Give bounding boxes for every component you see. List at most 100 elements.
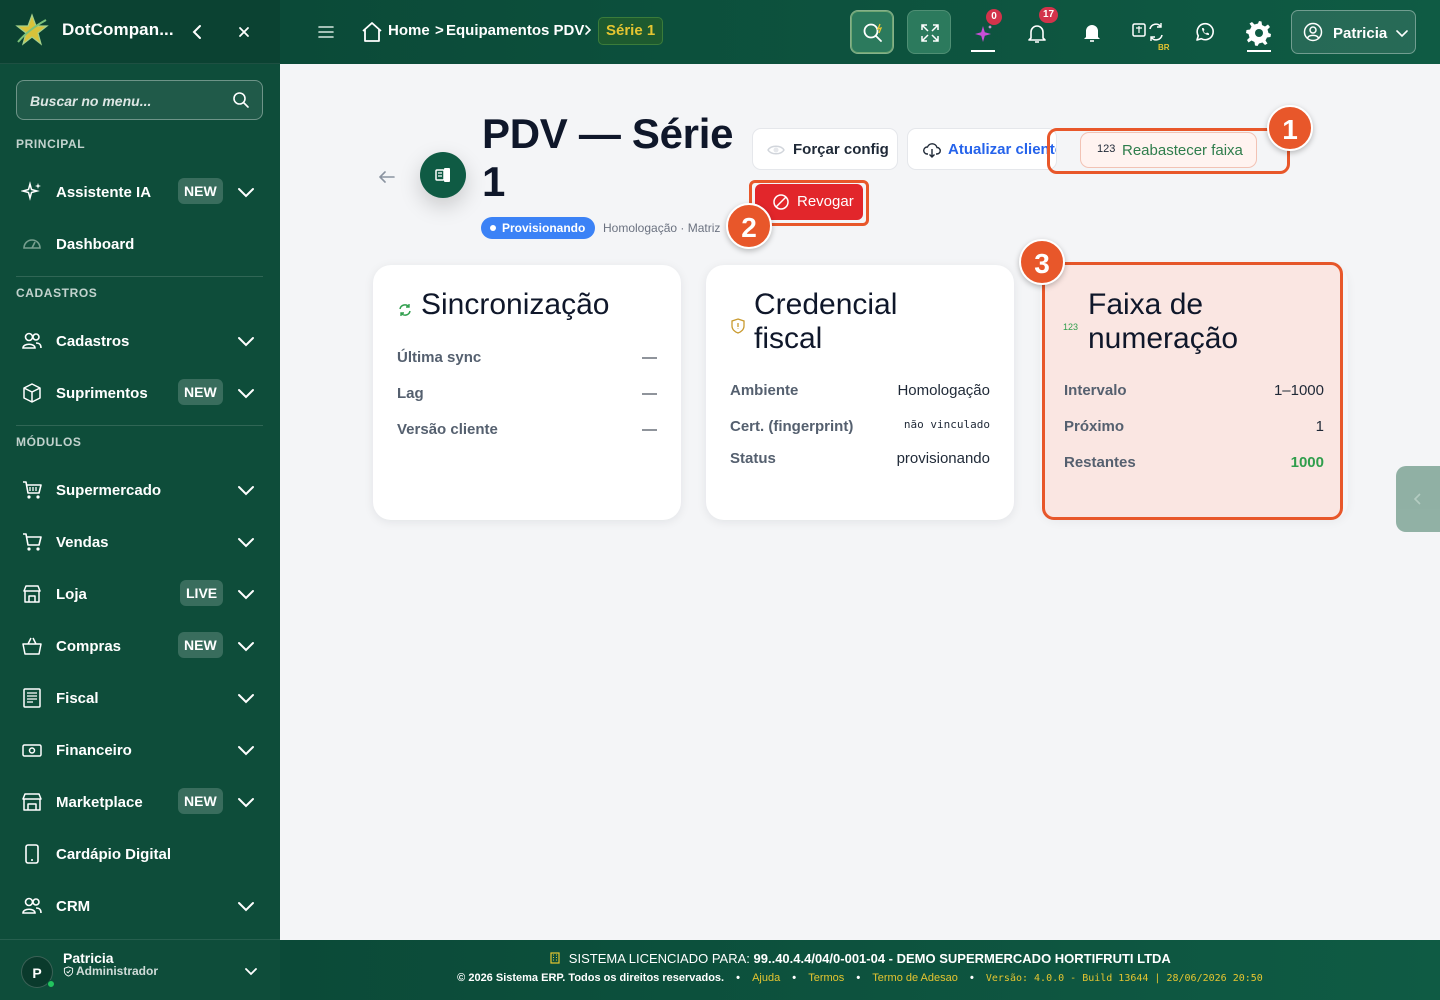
divider xyxy=(16,425,263,426)
sparkles-icon xyxy=(21,181,41,201)
marketplace-icon xyxy=(22,793,42,811)
refresh-icon xyxy=(399,304,411,316)
chevron-down-icon[interactable] xyxy=(236,182,256,202)
user-menu-button[interactable]: Patricia xyxy=(1291,10,1416,54)
section-label-modulos: MÓDULOS xyxy=(16,435,82,449)
chevron-down-icon[interactable] xyxy=(236,331,256,351)
side-panel-toggle[interactable] xyxy=(1396,466,1440,532)
row-label: Última sync xyxy=(397,349,482,366)
sync-card: Sincronização Última sync — Lag — Versão… xyxy=(373,265,681,520)
sidebar-item-vendas[interactable]: Vendas xyxy=(0,519,280,563)
arrow-left-icon[interactable] xyxy=(376,166,398,188)
fullscreen-button[interactable] xyxy=(907,10,951,54)
chevron-down-icon[interactable] xyxy=(236,480,256,500)
chevron-down-icon[interactable] xyxy=(236,532,256,552)
sidebar-item-crm[interactable]: CRM xyxy=(0,883,280,927)
search-icon xyxy=(863,23,883,42)
credential-card: Credencial fiscal Ambiente Homologação C… xyxy=(706,265,1014,520)
sidebar-item-fiscal[interactable]: Fiscal xyxy=(0,675,280,719)
breadcrumb-home[interactable]: Home xyxy=(388,22,430,39)
chevron-down-icon[interactable] xyxy=(236,740,256,760)
sidebar-item-label: Financeiro xyxy=(56,742,132,759)
search-button[interactable] xyxy=(850,10,894,54)
ai-assistant-button[interactable]: 0 xyxy=(968,9,1002,54)
pos-device-avatar xyxy=(420,152,466,198)
new-badge: NEW xyxy=(178,632,223,658)
chevron-down-icon xyxy=(1396,30,1408,38)
sidebar-user-menu[interactable]: P Patricia Administrador xyxy=(0,939,280,1000)
chevron-down-icon[interactable] xyxy=(236,636,256,656)
row-label: Restantes xyxy=(1064,454,1136,471)
cash-icon xyxy=(22,744,42,757)
update-client-button[interactable]: Atualizar cliente xyxy=(907,128,1057,170)
sidebar-item-loja[interactable]: Loja LIVE xyxy=(0,571,280,615)
row-value: Homologação xyxy=(897,382,990,399)
online-status-dot xyxy=(47,980,55,988)
sparkles-icon xyxy=(975,25,992,42)
notifications-button[interactable]: 17 xyxy=(1024,7,1059,54)
close-icon[interactable] xyxy=(234,22,254,42)
chevron-left-icon[interactable] xyxy=(188,22,208,42)
license-line: SISTEMA LICENCIADO PARA: 99..40.4.4/04/0… xyxy=(280,951,1440,966)
whatsapp-icon[interactable] xyxy=(1193,20,1217,44)
sidebar-item-compras[interactable]: Compras NEW xyxy=(0,623,280,667)
chevron-down-icon[interactable] xyxy=(236,896,256,916)
home-icon[interactable] xyxy=(360,20,384,44)
sidebar-item-assistente-ia[interactable]: Assistente IA NEW xyxy=(0,169,280,213)
step-marker: 3 xyxy=(1019,239,1065,285)
store-icon xyxy=(23,585,41,603)
star-logo-icon[interactable] xyxy=(14,12,50,48)
sidebar-search-input[interactable]: Buscar no menu... xyxy=(16,80,263,120)
adhesion-terms-link[interactable]: Termo de Adesao xyxy=(872,972,958,984)
notifications-count-badge: 17 xyxy=(1039,7,1059,23)
sidebar-item-suprimentos[interactable]: Suprimentos NEW xyxy=(0,370,280,414)
eye-icon xyxy=(767,145,785,155)
app-name: DotCompan... xyxy=(62,20,174,39)
chevron-down-icon[interactable] xyxy=(236,688,256,708)
language-sync-icon[interactable] xyxy=(1132,20,1166,44)
users-icon xyxy=(22,897,42,914)
settings-button[interactable] xyxy=(1242,10,1276,54)
user-role: Administrador xyxy=(63,964,158,978)
new-badge: NEW xyxy=(178,379,223,405)
row-value: provisionando xyxy=(896,450,990,467)
chevron-down-icon[interactable] xyxy=(236,792,256,812)
shield-check-icon xyxy=(63,965,74,977)
sidebar-item-supermercado[interactable]: Supermercado xyxy=(0,467,280,511)
card-title: Sincronização xyxy=(421,288,610,321)
sidebar-item-financeiro[interactable]: Financeiro xyxy=(0,727,280,771)
new-badge: NEW xyxy=(178,788,223,814)
sidebar-item-cadastros[interactable]: Cadastros xyxy=(0,318,280,362)
sidebar-item-dashboard[interactable]: Dashboard xyxy=(0,221,280,265)
footer-links: © 2026 Sistema ERP. Todos os direitos re… xyxy=(457,972,1263,984)
chevron-down-icon[interactable] xyxy=(242,962,260,980)
bell-icon xyxy=(1028,25,1046,43)
chevron-left-icon xyxy=(1413,493,1421,505)
force-config-button[interactable]: Forçar config xyxy=(752,128,898,170)
sidebar: DotCompan... Buscar no menu... PRINCIPAL… xyxy=(0,0,280,1000)
row-label: Intervalo xyxy=(1064,382,1127,399)
terms-link[interactable]: Termos xyxy=(808,972,844,984)
users-icon xyxy=(22,332,42,349)
row-label: Versão cliente xyxy=(397,421,498,438)
sidebar-item-cardapio-digital[interactable]: Cardápio Digital xyxy=(0,831,280,875)
receipt-icon xyxy=(23,688,41,708)
user-circle-icon xyxy=(1303,22,1323,42)
bell-filled-icon[interactable] xyxy=(1080,20,1104,44)
license-label: SISTEMA LICENCIADO PARA: xyxy=(568,951,750,966)
sidebar-item-label: Supermercado xyxy=(56,482,162,499)
chevron-down-icon[interactable] xyxy=(236,584,256,604)
sidebar-item-label: Compras xyxy=(56,638,122,655)
highlight-refill-range xyxy=(1047,128,1290,174)
environment-meta: Homologação · Matriz xyxy=(603,221,721,235)
help-link[interactable]: Ajuda xyxy=(752,972,780,984)
hamburger-menu-icon[interactable] xyxy=(316,22,336,42)
search-icon xyxy=(233,92,249,108)
sidebar-item-marketplace[interactable]: Marketplace NEW xyxy=(0,779,280,823)
breadcrumb-equipamentos[interactable]: Equipamentos PDV xyxy=(446,22,584,39)
sidebar-header: DotCompan... xyxy=(0,0,280,64)
expand-icon xyxy=(921,24,939,42)
divider xyxy=(16,276,263,277)
chevron-down-icon[interactable] xyxy=(236,383,256,403)
section-label-cadastros: CADASTROS xyxy=(16,286,98,300)
